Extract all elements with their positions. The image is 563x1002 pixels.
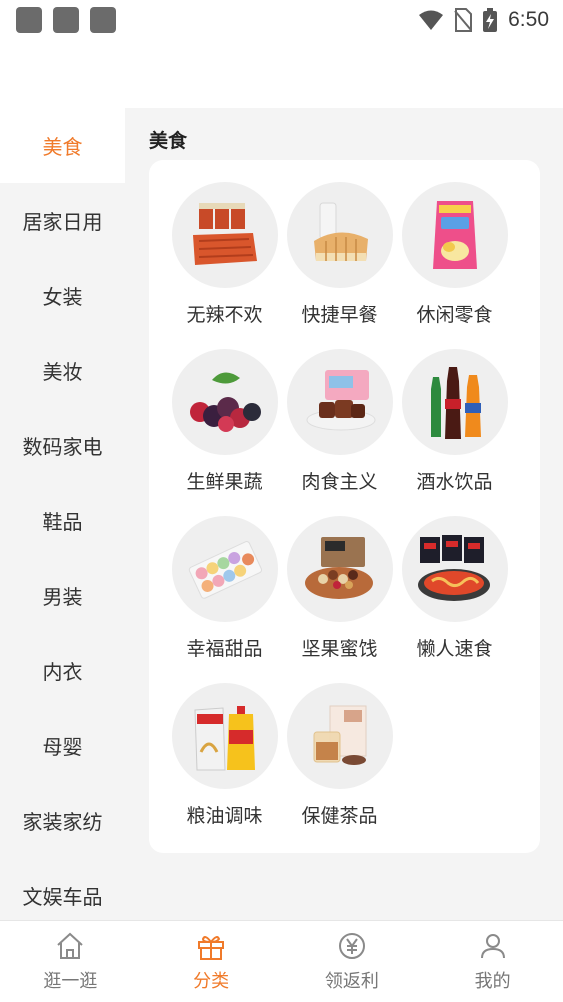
- spicy-snack-icon: [171, 182, 278, 288]
- soda-bottles-icon: [401, 349, 508, 455]
- status-bar: 6:50: [0, 0, 563, 40]
- sidebar-item-home-daily[interactable]: 居家日用: [0, 183, 125, 258]
- nav-label: 领返利: [324, 970, 379, 992]
- category-item[interactable]: 坚果蜜饯: [282, 516, 397, 683]
- nav-label: 分类: [193, 970, 230, 992]
- category-label: 无辣不欢: [186, 304, 263, 326]
- sidebar-item-digital[interactable]: 数码家电: [0, 408, 125, 483]
- nav-item-browse[interactable]: 逛一逛: [0, 921, 141, 1002]
- rice-oil-icon: [171, 683, 278, 789]
- category-item[interactable]: 无辣不欢: [167, 182, 282, 349]
- sidebar-item-entertainment-car[interactable]: 文娱车品: [0, 858, 125, 920]
- sidebar-item-underwear[interactable]: 内衣: [0, 633, 125, 708]
- notification-square-icon: [16, 7, 42, 33]
- home-icon: [57, 932, 84, 959]
- macaron-box-icon: [171, 516, 278, 622]
- sidebar-item-shoes[interactable]: 鞋品: [0, 483, 125, 558]
- nav-label: 逛一逛: [43, 970, 98, 992]
- category-item[interactable]: 粮油调味: [167, 683, 282, 850]
- no-sim-icon: [454, 8, 473, 32]
- category-sidebar: 美食 居家日用 女装 美妆 数码家电 鞋品 男装 内衣 母婴 家装家纺 文娱车品: [0, 108, 125, 920]
- category-item[interactable]: 休闲零食: [397, 182, 512, 349]
- instant-noodles-icon: [401, 516, 508, 622]
- category-item[interactable]: 肉食主义: [282, 349, 397, 516]
- status-time: 6:50: [508, 8, 549, 31]
- category-item[interactable]: 酒水饮品: [397, 349, 512, 516]
- category-item[interactable]: 幸福甜品: [167, 516, 282, 683]
- category-label: 快捷早餐: [301, 304, 378, 326]
- sidebar-item-food[interactable]: 美食: [0, 108, 125, 183]
- category-item[interactable]: 生鲜果蔬: [167, 349, 282, 516]
- category-label: 坚果蜜饯: [301, 638, 378, 660]
- wifi-icon: [419, 10, 444, 30]
- category-label: 肉食主义: [301, 471, 378, 493]
- category-label: 幸福甜品: [186, 638, 263, 660]
- header-area: [0, 40, 563, 108]
- category-item[interactable]: 懒人速食: [397, 516, 512, 683]
- category-item[interactable]: 快捷早餐: [282, 182, 397, 349]
- yuan-coin-icon: [338, 932, 365, 959]
- nav-item-rebate[interactable]: 领返利: [282, 921, 423, 1002]
- notification-square-icon: [90, 7, 116, 33]
- tea-box-icon: [286, 683, 393, 789]
- bottom-nav: 逛一逛 分类 领返利 我的: [0, 920, 563, 1002]
- category-label: 保健茶品: [301, 805, 378, 827]
- battery-charging-icon: [483, 8, 498, 32]
- berries-icon: [171, 349, 278, 455]
- category-label: 懒人速食: [416, 638, 493, 660]
- nav-item-category[interactable]: 分类: [141, 921, 282, 1002]
- category-label: 生鲜果蔬: [186, 471, 263, 493]
- braised-meat-icon: [286, 349, 393, 455]
- category-label: 休闲零食: [416, 304, 493, 326]
- sidebar-item-baby[interactable]: 母婴: [0, 708, 125, 783]
- category-content: 美食 无辣不欢 快捷早餐 休闲零食 生鲜果蔬 肉食主义 酒水饮品 幸福甜品 坚果…: [125, 108, 563, 920]
- nav-label: 我的: [474, 970, 511, 992]
- sidebar-item-womens-wear[interactable]: 女装: [0, 258, 125, 333]
- category-label: 酒水饮品: [416, 471, 493, 493]
- notification-square-icon: [53, 7, 79, 33]
- nav-item-profile[interactable]: 我的: [422, 921, 563, 1002]
- bread-milk-icon: [286, 182, 393, 288]
- sidebar-item-beauty[interactable]: 美妆: [0, 333, 125, 408]
- chips-bag-icon: [401, 182, 508, 288]
- gift-icon: [198, 935, 225, 960]
- category-label: 粮油调味: [186, 805, 263, 827]
- nuts-basket-icon: [286, 516, 393, 622]
- category-card: 无辣不欢 快捷早餐 休闲零食 生鲜果蔬 肉食主义 酒水饮品 幸福甜品 坚果蜜饯 …: [149, 160, 540, 853]
- category-item[interactable]: 保健茶品: [282, 683, 397, 850]
- sidebar-item-home-textile[interactable]: 家装家纺: [0, 783, 125, 858]
- section-title: 美食: [149, 130, 188, 152]
- sidebar-item-mens-wear[interactable]: 男装: [0, 558, 125, 633]
- user-icon: [480, 933, 505, 958]
